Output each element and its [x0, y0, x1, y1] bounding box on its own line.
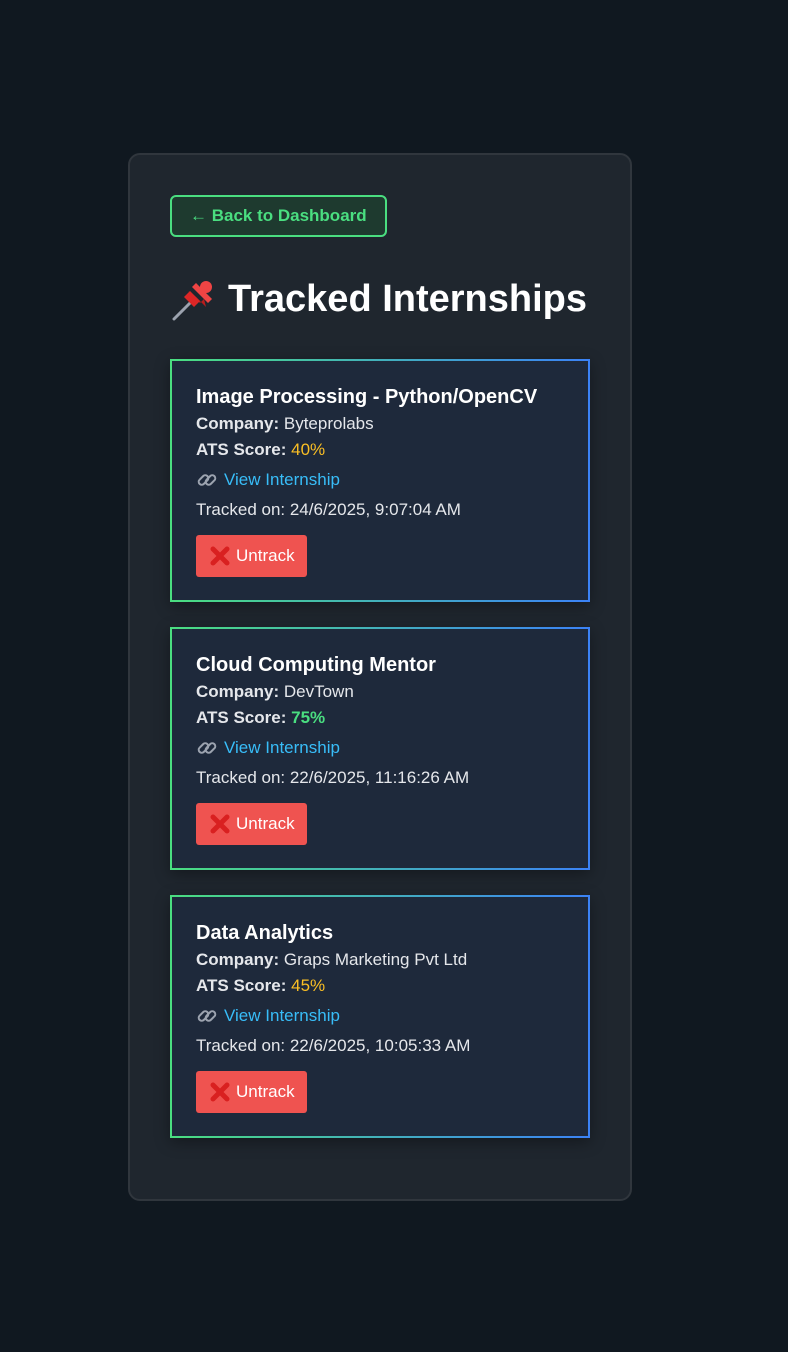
ats-row: ATS Score: 75%	[196, 705, 564, 731]
internship-card: Data Analytics Company: Graps Marketing …	[170, 895, 590, 1138]
view-internship-link[interactable]: View Internship	[224, 467, 340, 493]
back-to-dashboard-button[interactable]: ← Back to Dashboard	[170, 195, 387, 237]
view-internship-row: View Internship	[196, 467, 564, 493]
company-row: Company: DevTown	[196, 679, 564, 705]
ats-score: 75%	[291, 708, 326, 727]
untrack-label: Untrack	[236, 546, 295, 565]
untrack-label: Untrack	[236, 1082, 295, 1101]
company-name: Graps Marketing Pvt Ltd	[283, 950, 468, 969]
untrack-button[interactable]: Untrack	[196, 1071, 307, 1113]
company-row: Company: Byteprolabs	[196, 411, 564, 437]
tracked-date: Tracked on: 22/6/2025, 11:16:26 AM	[196, 768, 470, 787]
ats-row: ATS Score: 45%	[196, 973, 564, 999]
link-icon	[197, 1010, 217, 1022]
company-label: Company:	[196, 414, 280, 433]
page-title: Tracked Internships	[170, 275, 590, 323]
untrack-label: Untrack	[236, 814, 295, 833]
view-internship-link[interactable]: View Internship	[224, 1003, 340, 1029]
view-internship-row: View Internship	[196, 735, 564, 761]
cross-mark-icon	[210, 1082, 230, 1102]
company-label: Company:	[196, 682, 280, 701]
page-title-text: Tracked Internships	[228, 277, 588, 320]
internship-list: Image Processing - Python/OpenCV Company…	[170, 359, 590, 1138]
cross-mark-icon	[210, 546, 230, 566]
company-name: DevTown	[283, 682, 354, 701]
internship-card: Image Processing - Python/OpenCV Company…	[170, 359, 590, 602]
ats-row: ATS Score: 40%	[196, 437, 564, 463]
pushpin-icon	[172, 281, 212, 321]
internship-title: Image Processing - Python/OpenCV	[196, 386, 538, 408]
view-internship-row: View Internship	[196, 1003, 564, 1029]
ats-score: 45%	[291, 976, 326, 995]
company-label: Company:	[196, 950, 280, 969]
link-icon	[197, 742, 217, 754]
ats-label: ATS Score:	[196, 440, 287, 459]
ats-label: ATS Score:	[196, 976, 287, 995]
untrack-button[interactable]: Untrack	[196, 535, 307, 577]
ats-label: ATS Score:	[196, 708, 287, 727]
company-name: Byteprolabs	[283, 414, 374, 433]
tracked-date: Tracked on: 22/6/2025, 10:05:33 AM	[196, 1036, 471, 1055]
ats-score: 40%	[291, 440, 326, 459]
internship-title: Data Analytics	[196, 922, 334, 944]
internship-card: Cloud Computing Mentor Company: DevTown …	[170, 627, 590, 870]
company-row: Company: Graps Marketing Pvt Ltd	[196, 947, 564, 973]
tracked-panel: ← Back to Dashboard Tracked Internships …	[128, 153, 632, 1201]
untrack-button[interactable]: Untrack	[196, 803, 307, 845]
view-internship-link[interactable]: View Internship	[224, 735, 340, 761]
internship-title: Cloud Computing Mentor	[196, 654, 436, 676]
cross-mark-icon	[210, 814, 230, 834]
tracked-date: Tracked on: 24/6/2025, 9:07:04 AM	[196, 500, 461, 519]
link-icon	[197, 474, 217, 486]
back-button-label: ← Back to Dashboard	[190, 206, 367, 225]
